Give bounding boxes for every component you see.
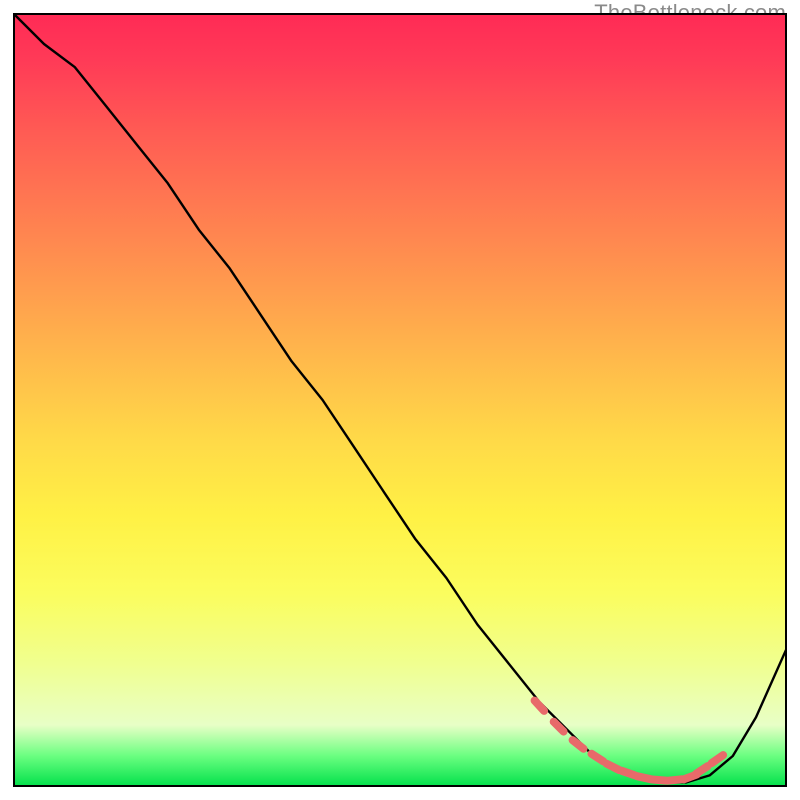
gradient-background bbox=[13, 13, 787, 787]
plot-area bbox=[13, 13, 787, 787]
chart-frame bbox=[13, 13, 787, 787]
